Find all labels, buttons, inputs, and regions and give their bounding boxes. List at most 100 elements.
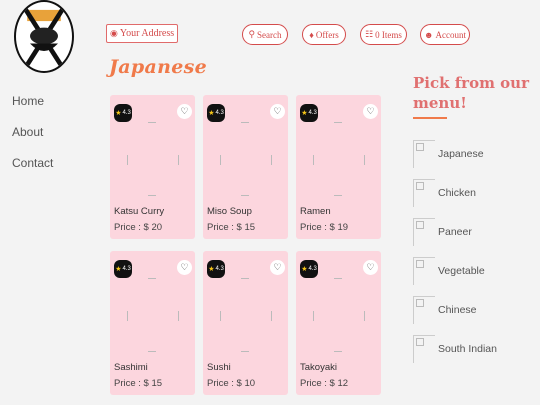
menu-item-image xyxy=(413,335,435,363)
rating-value: 4.3 xyxy=(215,266,224,272)
image-placeholder xyxy=(334,122,342,123)
rating-value: 4.3 xyxy=(122,266,131,272)
image-placeholder-edge xyxy=(334,195,342,196)
star-icon: ★ xyxy=(115,266,122,273)
menu-item[interactable]: South Indian xyxy=(413,335,497,363)
image-placeholder xyxy=(148,278,156,279)
rating-value: 4.3 xyxy=(308,266,317,272)
image-placeholder xyxy=(334,278,342,279)
menu-item-image xyxy=(413,296,435,324)
product-price: Price : $ 15 xyxy=(114,378,163,389)
product-name[interactable]: Ramen xyxy=(300,206,331,217)
product-name[interactable]: Miso Soup xyxy=(207,206,252,217)
search-button[interactable]: ⚲ Search xyxy=(242,24,288,45)
image-placeholder-edge xyxy=(148,195,156,196)
heart-icon[interactable]: ♡ xyxy=(270,260,285,275)
offers-label: Offers xyxy=(315,29,339,40)
image-placeholder-edge xyxy=(220,155,221,165)
image-placeholder-edge xyxy=(241,351,249,352)
nav-about[interactable]: About xyxy=(12,125,53,139)
image-placeholder-edge xyxy=(178,155,179,165)
image-placeholder-edge xyxy=(313,311,314,321)
image-placeholder-edge xyxy=(148,351,156,352)
image-placeholder-edge xyxy=(364,311,365,321)
menu-item-image xyxy=(413,257,435,285)
page-title: Japanese xyxy=(109,56,207,78)
menu-item-label: Japanese xyxy=(438,148,484,160)
logo[interactable] xyxy=(14,0,76,74)
menu-item-label: Vegetable xyxy=(438,265,485,277)
menu-item-image xyxy=(413,179,435,207)
cart-icon: ☷ xyxy=(365,29,374,39)
product-price: Price : $ 19 xyxy=(300,222,349,233)
image-placeholder-edge xyxy=(313,155,314,165)
menu-item-label: South Indian xyxy=(438,343,497,355)
menu-item-label: Chicken xyxy=(438,187,476,199)
product-name[interactable]: Sashimi xyxy=(114,362,148,373)
logo-emblem xyxy=(14,0,74,73)
cart-label: 0 Items xyxy=(375,29,402,40)
image-placeholder-edge xyxy=(220,311,221,321)
cart-button[interactable]: ☷ 0 Items xyxy=(360,24,407,45)
map-marker-icon: ◉ xyxy=(110,28,118,38)
address-field[interactable]: ◉ xyxy=(106,24,180,43)
address-input[interactable] xyxy=(119,28,180,39)
search-label: Search xyxy=(257,29,282,40)
image-placeholder-edge xyxy=(127,311,128,321)
nav-contact[interactable]: Contact xyxy=(12,156,53,170)
product-price: Price : $ 10 xyxy=(207,378,256,389)
nav-home[interactable]: Home xyxy=(12,94,53,108)
image-placeholder xyxy=(241,278,249,279)
user-circle-icon: ☻ xyxy=(424,29,434,40)
product-price: Price : $ 12 xyxy=(300,378,349,389)
menu-item-image xyxy=(413,218,435,246)
account-button[interactable]: ☻ Account xyxy=(420,24,470,45)
menu-item[interactable]: Chicken xyxy=(413,179,476,207)
image-placeholder-edge xyxy=(271,311,272,321)
menu-item[interactable]: Paneer xyxy=(413,218,472,246)
heart-icon[interactable]: ♡ xyxy=(363,260,378,275)
star-icon: ★ xyxy=(115,110,122,117)
image-placeholder-edge xyxy=(364,155,365,165)
menu-item-label: Paneer xyxy=(438,226,472,238)
rating-badge: ★ 4.3 xyxy=(300,260,318,278)
product-card[interactable]: ★ 4.3 ♡ Takoyaki Price : $ 12 xyxy=(296,251,381,395)
star-icon: ★ xyxy=(208,110,215,117)
rating-value: 4.3 xyxy=(215,110,224,116)
tag-icon: ♦ xyxy=(309,29,314,40)
heart-icon[interactable]: ♡ xyxy=(270,104,285,119)
menu-item-image xyxy=(413,140,435,168)
product-name[interactable]: Sushi xyxy=(207,362,231,373)
rating-badge: ★ 4.3 xyxy=(114,104,132,122)
product-card[interactable]: ★ 4.3 ♡ Miso Soup Price : $ 15 xyxy=(203,95,288,239)
product-card[interactable]: ★ 4.3 ♡ Katsu Curry Price : $ 20 xyxy=(110,95,195,239)
rating-badge: ★ 4.3 xyxy=(114,260,132,278)
rating-badge: ★ 4.3 xyxy=(207,260,225,278)
menu-item[interactable]: Chinese xyxy=(413,296,477,324)
product-card[interactable]: ★ 4.3 ♡ Sashimi Price : $ 15 xyxy=(110,251,195,395)
product-card[interactable]: ★ 4.3 ♡ Sushi Price : $ 10 xyxy=(203,251,288,395)
image-placeholder-edge xyxy=(178,311,179,321)
image-placeholder-edge xyxy=(334,351,342,352)
menu-title: Pick from our menu! xyxy=(413,74,529,112)
star-icon: ★ xyxy=(301,266,308,273)
product-price: Price : $ 20 xyxy=(114,222,163,233)
product-name[interactable]: Katsu Curry xyxy=(114,206,164,217)
menu-title-underline xyxy=(413,117,447,119)
rating-badge: ★ 4.3 xyxy=(207,104,225,122)
star-icon: ★ xyxy=(301,110,308,117)
heart-icon[interactable]: ♡ xyxy=(363,104,378,119)
heart-icon[interactable]: ♡ xyxy=(177,260,192,275)
heart-icon[interactable]: ♡ xyxy=(177,104,192,119)
image-placeholder xyxy=(148,122,156,123)
product-name[interactable]: Takoyaki xyxy=(300,362,337,373)
rating-value: 4.3 xyxy=(122,110,131,116)
image-placeholder-edge xyxy=(271,155,272,165)
offers-button[interactable]: ♦ Offers xyxy=(302,24,346,45)
image-placeholder-edge xyxy=(241,195,249,196)
menu-item[interactable]: Vegetable xyxy=(413,257,485,285)
image-placeholder xyxy=(241,122,249,123)
product-card[interactable]: ★ 4.3 ♡ Ramen Price : $ 19 xyxy=(296,95,381,239)
rating-badge: ★ 4.3 xyxy=(300,104,318,122)
menu-item[interactable]: Japanese xyxy=(413,140,484,168)
